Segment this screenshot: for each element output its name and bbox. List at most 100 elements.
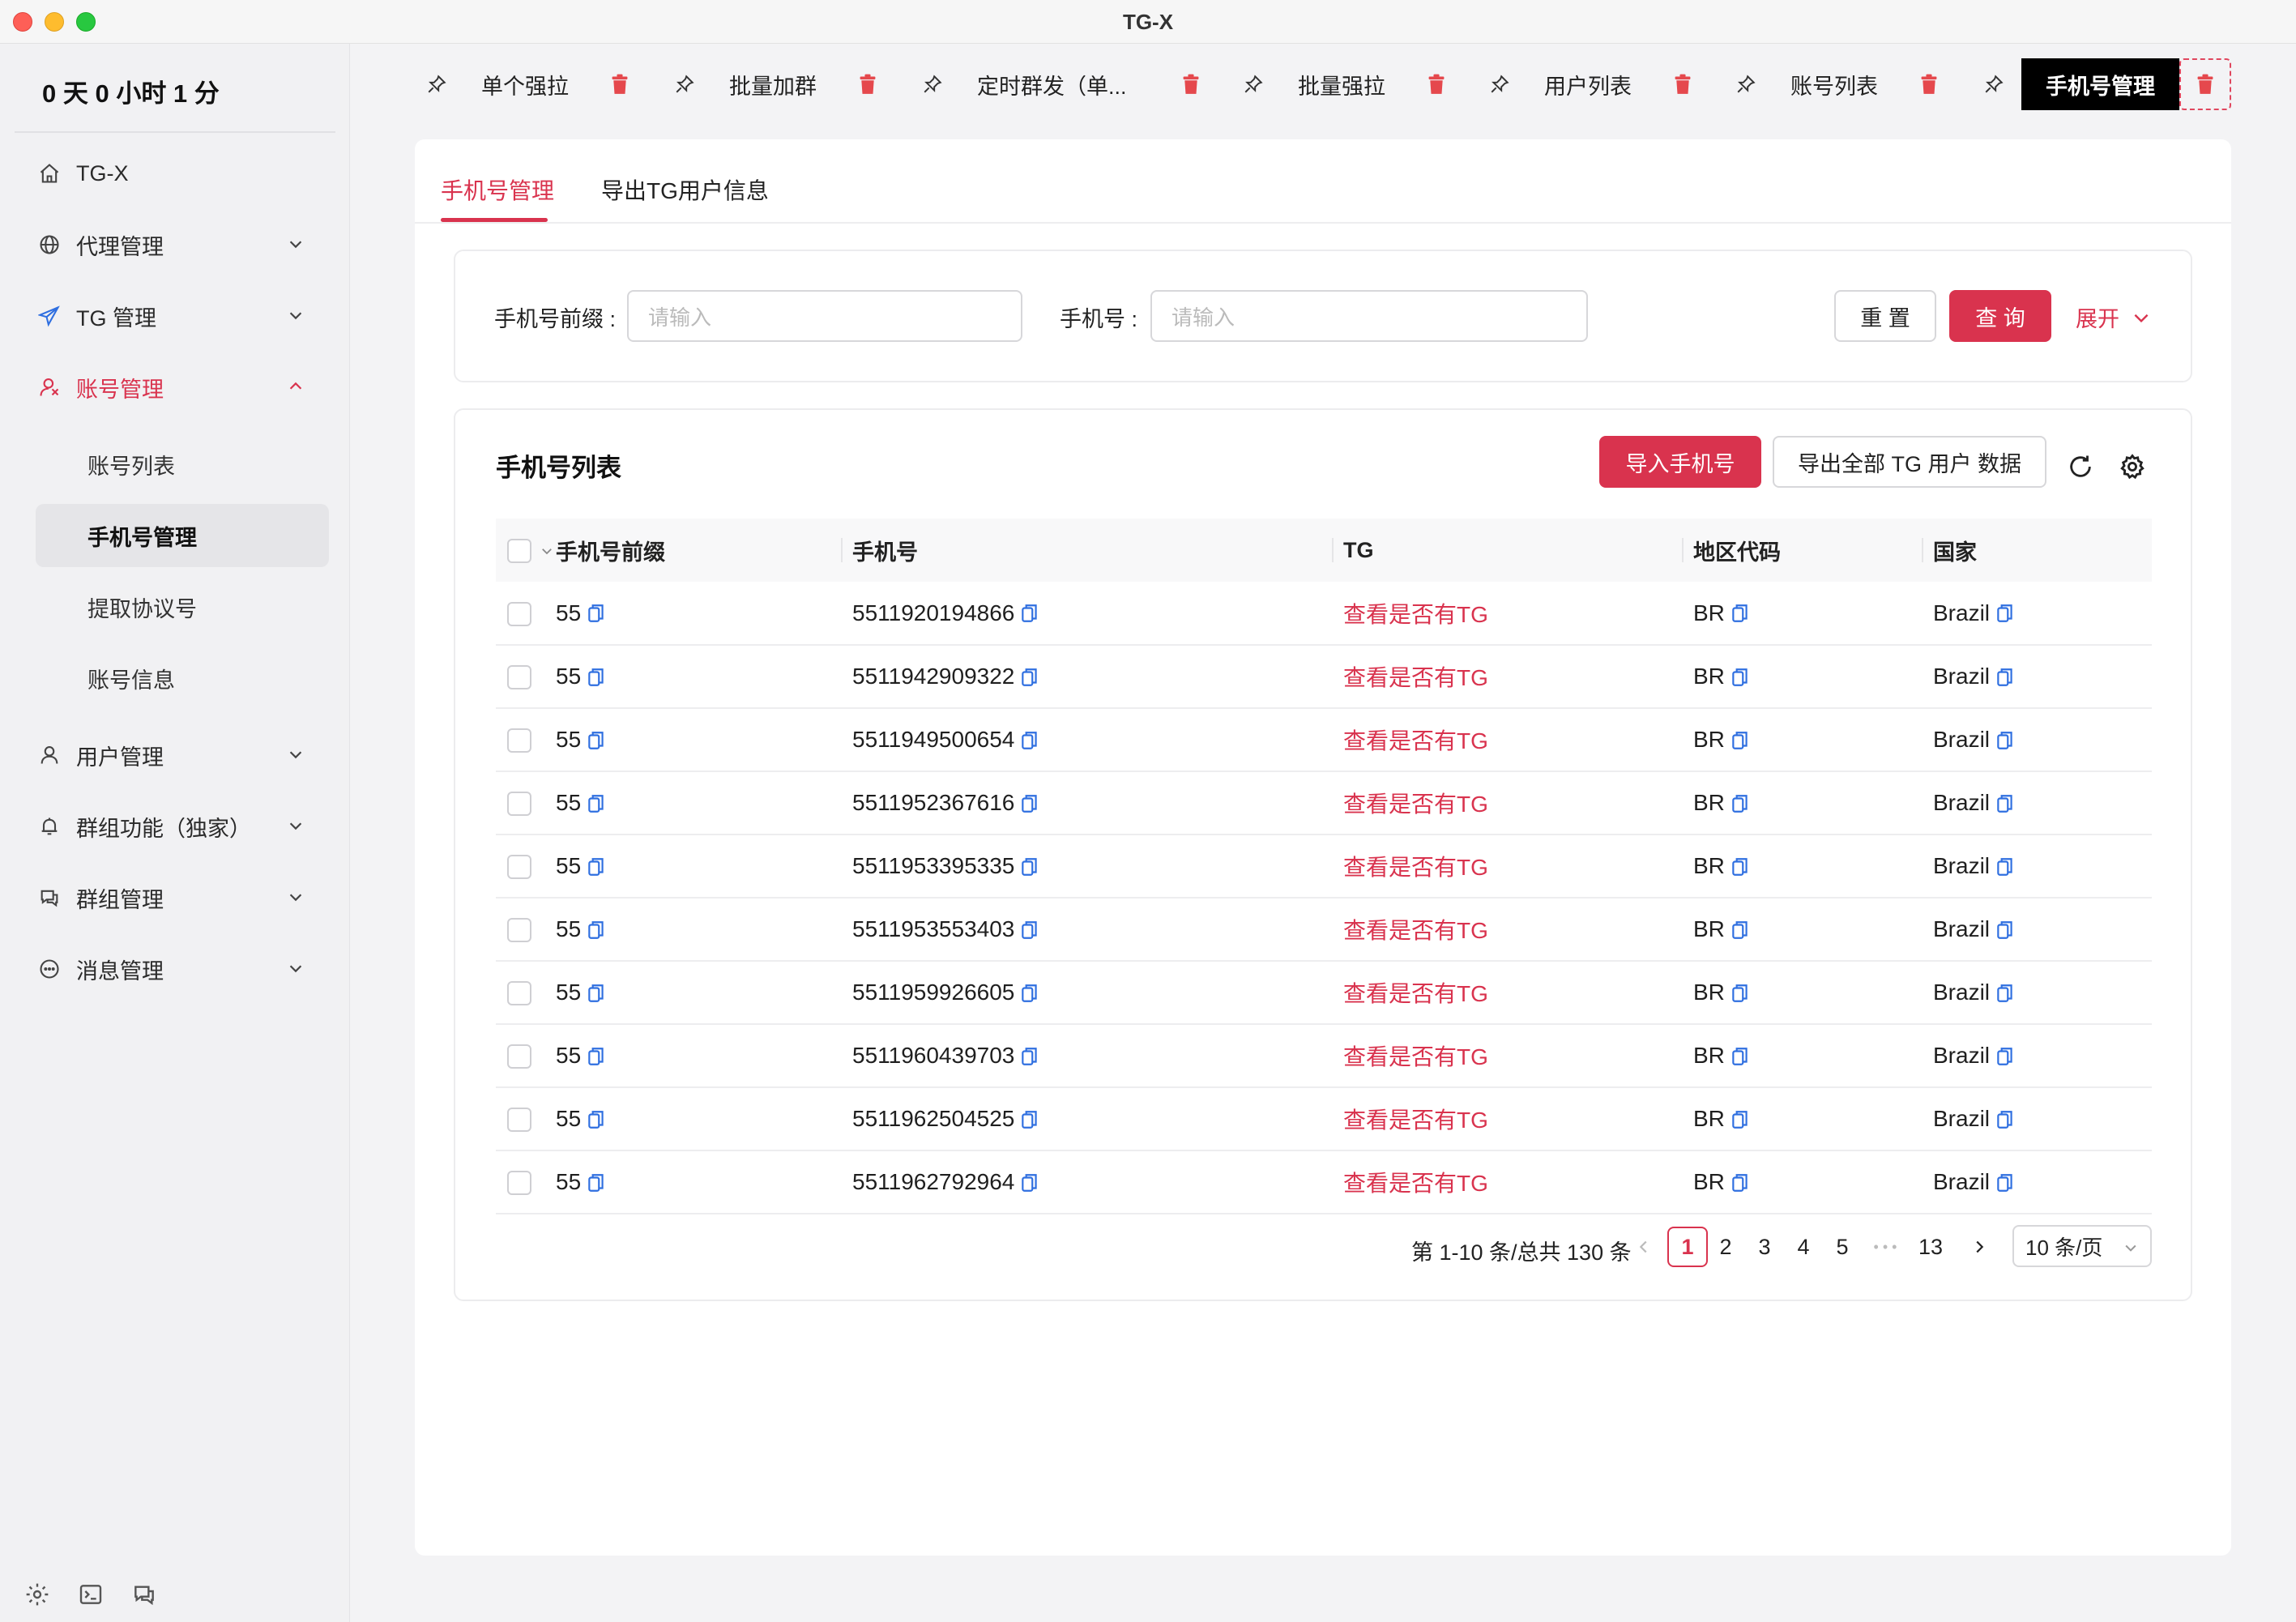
pin-icon[interactable]	[425, 72, 449, 96]
row-checkbox[interactable]	[507, 1171, 531, 1196]
copy-icon[interactable]	[1731, 603, 1751, 625]
chevron-down-icon[interactable]	[540, 544, 554, 558]
feedback-chat-icon[interactable]	[130, 1580, 159, 1609]
page-size-select[interactable]: 10 条/页	[2012, 1225, 2152, 1267]
check-tg-link[interactable]: 查看是否有TG	[1343, 728, 1488, 753]
copy-icon[interactable]	[1021, 793, 1040, 816]
copy-icon[interactable]	[587, 1172, 607, 1195]
copy-icon[interactable]	[1996, 983, 2016, 1005]
copy-icon[interactable]	[1996, 1109, 2016, 1132]
copy-icon[interactable]	[587, 730, 607, 753]
tab-batch-join-group[interactable]: 批量加群	[672, 58, 880, 110]
tab-scheduled-broadcast[interactable]: 定时群发（单...	[920, 58, 1203, 110]
sidebar-item-messages[interactable]: 消息管理	[36, 938, 332, 1000]
row-checkbox[interactable]	[507, 981, 531, 1006]
page-2-button[interactable]: 2	[1705, 1227, 1746, 1267]
copy-icon[interactable]	[1731, 1046, 1751, 1069]
copy-icon[interactable]	[1996, 730, 2016, 753]
page-1-button[interactable]: 1	[1667, 1227, 1708, 1267]
copy-icon[interactable]	[587, 983, 607, 1005]
tab-batch-pull[interactable]: 批量强拉	[1241, 58, 1449, 110]
sidebar-item-group-features[interactable]: 群组功能（独家）	[36, 796, 332, 857]
pagination-ellipsis[interactable]: • • •	[1865, 1227, 1906, 1267]
check-tg-link[interactable]: 查看是否有TG	[1343, 1108, 1488, 1133]
pin-icon[interactable]	[1982, 72, 2006, 96]
trash-icon[interactable]	[856, 72, 880, 96]
sidebar-subitem-account-info[interactable]: 账号信息	[36, 647, 329, 710]
trash-icon[interactable]	[1179, 72, 1203, 96]
copy-icon[interactable]	[587, 1046, 607, 1069]
pin-icon[interactable]	[920, 72, 945, 96]
row-checkbox[interactable]	[507, 665, 531, 690]
copy-icon[interactable]	[1021, 983, 1040, 1005]
trash-icon[interactable]	[1917, 72, 1941, 96]
row-checkbox[interactable]	[507, 601, 531, 626]
prefix-input[interactable]: 请输入	[627, 290, 1022, 342]
page-13-button[interactable]: 13	[1910, 1227, 1951, 1267]
query-button[interactable]: 查 询	[1949, 290, 2051, 342]
copy-icon[interactable]	[1021, 1109, 1040, 1132]
sidebar-item-users[interactable]: 用户管理	[36, 724, 332, 786]
row-checkbox[interactable]	[507, 728, 531, 753]
row-checkbox[interactable]	[507, 918, 531, 943]
sidebar-item-account[interactable]: 账号管理	[36, 356, 332, 418]
tab-account-list[interactable]: 账号列表	[1734, 58, 1941, 110]
tab-phone-management[interactable]: 手机号管理	[2021, 58, 2179, 110]
copy-icon[interactable]	[587, 793, 607, 816]
copy-icon[interactable]	[587, 667, 607, 689]
sidebar-item-home[interactable]: TG-X	[36, 143, 332, 204]
check-tg-link[interactable]: 查看是否有TG	[1343, 918, 1488, 943]
copy-icon[interactable]	[1731, 856, 1751, 879]
sidebar-subitem-account-list[interactable]: 账号列表	[36, 433, 329, 496]
copy-icon[interactable]	[1731, 983, 1751, 1005]
tab-single-pull[interactable]: 单个强拉	[425, 58, 632, 110]
copy-icon[interactable]	[1731, 1109, 1751, 1132]
check-tg-link[interactable]: 查看是否有TG	[1343, 665, 1488, 690]
copy-icon[interactable]	[1021, 920, 1040, 942]
trash-icon[interactable]	[2179, 58, 2231, 110]
copy-icon[interactable]	[587, 856, 607, 879]
row-checkbox[interactable]	[507, 1108, 531, 1133]
expand-toggle[interactable]: 展开	[2076, 301, 2152, 333]
row-checkbox[interactable]	[507, 1044, 531, 1069]
pin-icon[interactable]	[672, 72, 697, 96]
trash-icon[interactable]	[1424, 72, 1449, 96]
copy-icon[interactable]	[1996, 920, 2016, 942]
pin-icon[interactable]	[1734, 72, 1758, 96]
tab-user-list[interactable]: 用户列表	[1487, 58, 1695, 110]
import-phone-button[interactable]: 导入手机号	[1599, 436, 1761, 488]
export-all-button[interactable]: 导出全部 TG 用户 数据	[1773, 436, 2046, 488]
copy-icon[interactable]	[1996, 793, 2016, 816]
page-4-button[interactable]: 4	[1783, 1227, 1824, 1267]
copy-icon[interactable]	[1021, 603, 1040, 625]
copy-icon[interactable]	[1996, 1046, 2016, 1069]
check-tg-link[interactable]: 查看是否有TG	[1343, 855, 1488, 880]
page-3-button[interactable]: 3	[1744, 1227, 1785, 1267]
copy-icon[interactable]	[1996, 1172, 2016, 1195]
copy-icon[interactable]	[1021, 730, 1040, 753]
sidebar-subitem-phone-management[interactable]: 手机号管理	[36, 504, 329, 567]
select-all-checkbox[interactable]	[507, 538, 531, 563]
trash-icon[interactable]	[1671, 72, 1695, 96]
page-5-button[interactable]: 5	[1822, 1227, 1863, 1267]
reset-button[interactable]: 重 置	[1834, 290, 1936, 342]
subtab-export-tg-user-info[interactable]: 导出TG用户信息	[601, 173, 769, 206]
row-checkbox[interactable]	[507, 792, 531, 817]
check-tg-link[interactable]: 查看是否有TG	[1343, 1171, 1488, 1196]
phone-input[interactable]: 请输入	[1150, 290, 1588, 342]
copy-icon[interactable]	[1996, 603, 2016, 625]
prev-page-button[interactable]	[1624, 1227, 1664, 1267]
check-tg-link[interactable]: 查看是否有TG	[1343, 981, 1488, 1006]
check-tg-link[interactable]: 查看是否有TG	[1343, 792, 1488, 817]
copy-icon[interactable]	[1731, 1172, 1751, 1195]
column-settings-gear-icon[interactable]	[2116, 450, 2149, 483]
copy-icon[interactable]	[1996, 856, 2016, 879]
row-checkbox[interactable]	[507, 855, 531, 880]
terminal-icon[interactable]	[76, 1580, 105, 1609]
copy-icon[interactable]	[1021, 667, 1040, 689]
copy-icon[interactable]	[587, 1109, 607, 1132]
sidebar-subitem-extract-protocol[interactable]: 提取协议号	[36, 575, 329, 638]
copy-icon[interactable]	[1021, 1172, 1040, 1195]
copy-icon[interactable]	[1731, 667, 1751, 689]
copy-icon[interactable]	[1731, 920, 1751, 942]
